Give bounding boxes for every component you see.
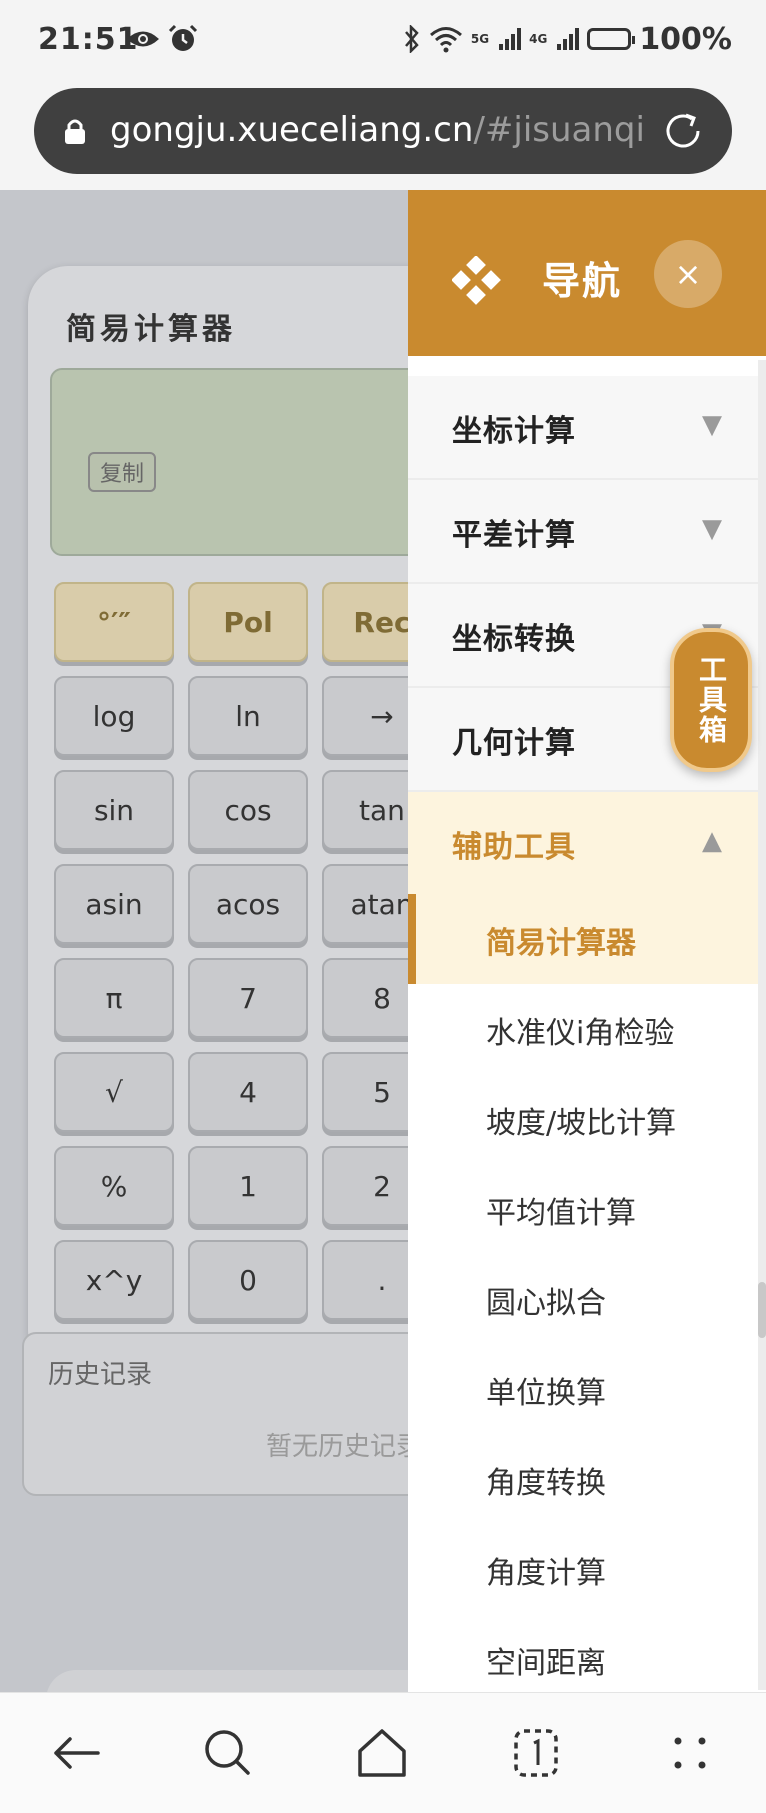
signal-4g-icon [557, 28, 580, 50]
battery-percent: 100% [639, 21, 732, 57]
key-asin[interactable]: asin [54, 864, 174, 944]
menu-item-label: 简易计算器 [486, 926, 636, 961]
category-label: 辅助工具 [452, 830, 576, 865]
status-bar: 21:51 5G 4G 100% [0, 0, 766, 80]
reload-icon[interactable] [662, 110, 704, 152]
key-7[interactable]: 7 [188, 958, 308, 1038]
chevron-down-icon: ▼ [702, 514, 722, 544]
key-acos[interactable]: acos [188, 864, 308, 944]
signal-5g-icon [499, 28, 522, 50]
history-empty-text: 暂无历史记录 [266, 1432, 423, 1462]
category-label: 几何计算 [452, 726, 576, 761]
key-power[interactable]: x^y [54, 1240, 174, 1320]
menu-icon[interactable] [660, 1723, 720, 1783]
key-percent[interactable]: % [54, 1146, 174, 1226]
tabs-icon[interactable] [506, 1723, 566, 1783]
menu-item-circle-fit[interactable]: 圆心拟合 [408, 1254, 758, 1344]
home-icon[interactable] [352, 1723, 412, 1783]
url-domain: gongju.xueceliang.cn [110, 110, 474, 150]
menu-category-adjustment-calc[interactable]: 平差计算 ▼ [408, 480, 758, 584]
chevron-down-icon: ▼ [702, 410, 722, 440]
url-hash: /#jisuanqi [473, 110, 645, 150]
menu-item-angle-calc[interactable]: 角度计算 [408, 1524, 758, 1614]
drawer-scrollbar[interactable] [758, 360, 766, 1690]
menu-item-unit-convert[interactable]: 单位换算 [408, 1344, 758, 1434]
menu-item-label: 平均值计算 [486, 1196, 636, 1231]
key-cos[interactable]: cos [188, 770, 308, 850]
menu-item-slope[interactable]: 坡度/坡比计算 [408, 1074, 758, 1164]
key-dms[interactable]: °′″ [54, 582, 174, 662]
battery-icon [587, 28, 636, 50]
menu-item-label: 角度计算 [486, 1556, 606, 1591]
status-right: 5G 4G 100% [403, 21, 732, 57]
key-pol[interactable]: Pol [188, 582, 308, 662]
key-sqrt[interactable]: √ [54, 1052, 174, 1132]
history-title: 历史记录 [48, 1360, 153, 1390]
alarm-icon [168, 24, 198, 51]
key-pi[interactable]: π [54, 958, 174, 1038]
history-panel: 历史记录 暂无历史记录 [22, 1332, 446, 1496]
drawer-scrollbar-thumb[interactable] [758, 1282, 766, 1338]
key-4[interactable]: 4 [188, 1052, 308, 1132]
drawer-menu: 坐标计算 ▼ 平差计算 ▼ 坐标转换 ▼ 几何计算 ▼ 辅助工具 ▲ 简易计算器… [408, 376, 758, 1692]
menu-item-average[interactable]: 平均值计算 [408, 1164, 758, 1254]
key-0[interactable]: 0 [188, 1240, 308, 1320]
category-label: 坐标计算 [452, 414, 576, 449]
copy-button[interactable]: 复制 [88, 452, 157, 492]
drawer-header: 导航 × [408, 190, 766, 356]
eye-icon [127, 31, 159, 47]
category-label: 坐标转换 [452, 622, 576, 657]
menu-item-label: 角度转换 [486, 1466, 606, 1501]
menu-item-label: 圆心拟合 [486, 1286, 606, 1321]
bluetooth-icon [404, 25, 419, 53]
address-bar[interactable]: gongju.xueceliang.cn/#jisuanqi [34, 88, 732, 174]
browser-bottom-nav [0, 1692, 766, 1813]
category-label: 平差计算 [452, 518, 576, 553]
menu-item-label: 空间距离 [486, 1646, 606, 1681]
back-icon[interactable] [46, 1723, 106, 1783]
diamond-logo-icon [452, 256, 501, 305]
menu-category-aux-tools[interactable]: 辅助工具 ▲ [408, 792, 758, 894]
nav-drawer: 导航 × 坐标计算 ▼ 平差计算 ▼ 坐标转换 ▼ 几何计算 ▼ 辅助工具 ▲ … [408, 190, 766, 1692]
network-5g-label: 5G [470, 32, 490, 46]
key-log[interactable]: log [54, 676, 174, 756]
menu-item-label: 坡度/坡比计算 [486, 1106, 677, 1141]
key-1[interactable]: 1 [188, 1146, 308, 1226]
menu-item-angle-convert[interactable]: 角度转换 [408, 1434, 758, 1524]
calculator-title: 简易计算器 [66, 312, 236, 347]
search-icon[interactable] [198, 1723, 258, 1783]
browser-toolbar: gongju.xueceliang.cn/#jisuanqi [0, 80, 766, 190]
menu-item-label: 水准仪i角检验 [486, 1016, 675, 1051]
menu-item-space-distance[interactable]: 空间距离 [408, 1614, 758, 1692]
menu-item-label: 单位换算 [486, 1376, 606, 1411]
status-time: 21:51 [38, 22, 139, 57]
chevron-up-icon: ▲ [702, 826, 722, 856]
key-sin[interactable]: sin [54, 770, 174, 850]
menu-item-simple-calculator[interactable]: 简易计算器 [408, 894, 758, 984]
menu-item-level-i-angle[interactable]: 水准仪i角检验 [408, 984, 758, 1074]
drawer-title: 导航 [542, 259, 623, 303]
url-text[interactable]: gongju.xueceliang.cn/#jisuanqi [110, 110, 645, 150]
menu-category-coordinate-calc[interactable]: 坐标计算 ▼ [408, 376, 758, 480]
key-ln[interactable]: ln [188, 676, 308, 756]
lock-icon [65, 119, 85, 144]
network-4g-label: 4G [529, 32, 548, 46]
close-button[interactable]: × [654, 240, 722, 308]
wifi-icon [429, 27, 462, 53]
next-card [46, 1670, 466, 1692]
toolbox-button[interactable]: 工具箱 [670, 628, 752, 772]
